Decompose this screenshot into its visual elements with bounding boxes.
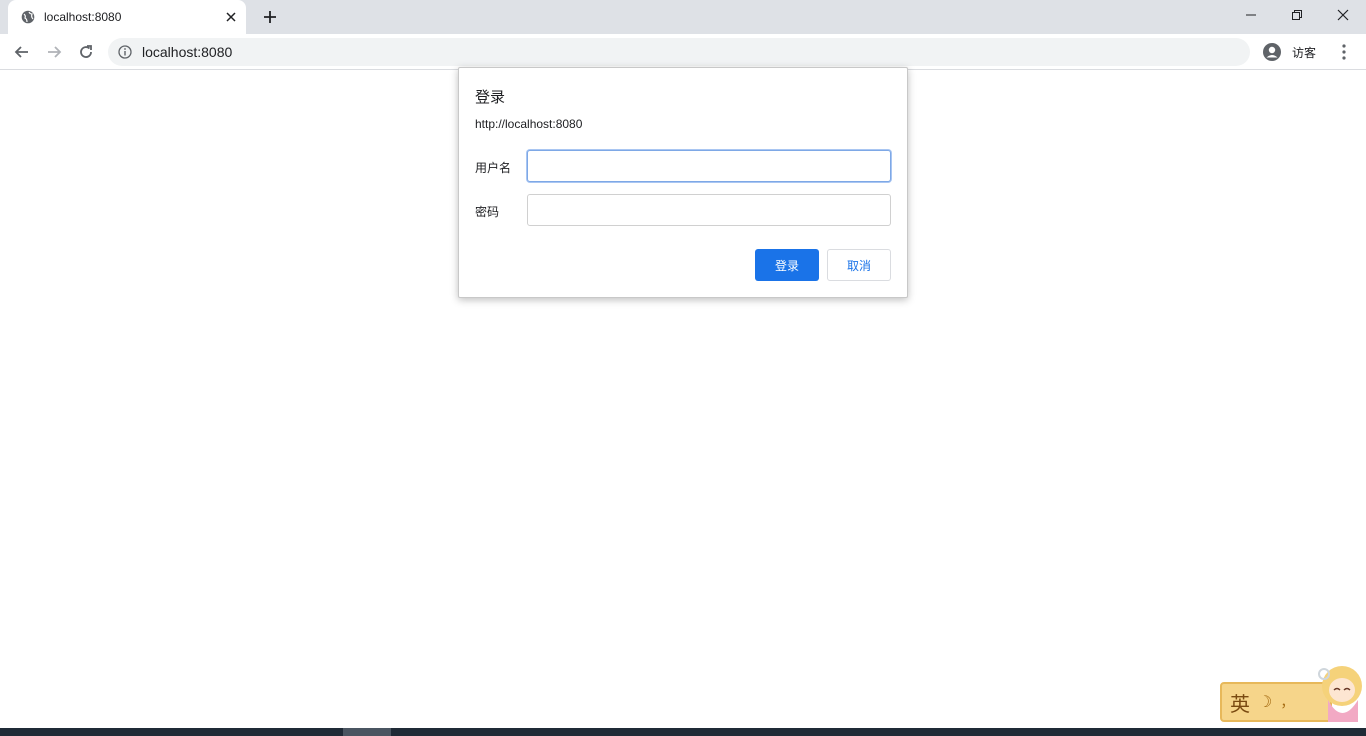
- dialog-title: 登录: [475, 89, 506, 106]
- minimize-icon: [1246, 14, 1256, 16]
- globe-icon: [21, 10, 35, 24]
- back-button[interactable]: [8, 38, 36, 66]
- browser-tab-strip: localhost:8080: [0, 0, 1366, 34]
- browser-menu-button[interactable]: [1333, 38, 1355, 66]
- taskbar-item[interactable]: [343, 728, 391, 736]
- browser-toolbar: localhost:8080 访客: [0, 34, 1366, 70]
- arrow-right-icon: [48, 46, 62, 58]
- username-label: 用户名: [475, 161, 512, 175]
- more-vert-icon: [1342, 44, 1346, 60]
- plus-icon: [264, 11, 276, 23]
- login-button[interactable]: 登录: [755, 249, 819, 281]
- close-window-button[interactable]: [1320, 0, 1366, 30]
- close-icon: [1337, 9, 1349, 21]
- new-tab-button[interactable]: [258, 6, 282, 28]
- arrow-left-icon: [14, 46, 28, 58]
- ime-mode-label[interactable]: 英: [1230, 688, 1250, 717]
- address-bar[interactable]: localhost:8080: [108, 38, 1250, 66]
- profile-label: 访客: [1292, 45, 1317, 60]
- punctuation-icon[interactable]: ，: [1280, 692, 1294, 712]
- browser-tab[interactable]: localhost:8080: [8, 0, 246, 34]
- info-icon[interactable]: [118, 45, 132, 59]
- tab-close-icon[interactable]: [222, 8, 240, 26]
- reload-icon: [80, 45, 92, 58]
- moon-icon[interactable]: ☽: [1258, 692, 1272, 712]
- dialog-origin: http://localhost:8080: [475, 117, 583, 131]
- restore-icon: [1292, 10, 1302, 20]
- ime-toolbar[interactable]: 英 ☽ ，: [1208, 660, 1366, 728]
- login-dialog: 登录 http://localhost:8080 用户名 密码 登录 取消: [458, 67, 908, 298]
- password-field[interactable]: [527, 194, 891, 226]
- cancel-button[interactable]: 取消: [827, 249, 891, 281]
- mascot-image: [1318, 666, 1362, 722]
- profile-button[interactable]: 访客: [1258, 39, 1322, 65]
- os-taskbar: [0, 728, 1366, 736]
- reload-button[interactable]: [72, 38, 100, 66]
- tab-title: localhost:8080: [44, 10, 122, 24]
- username-field[interactable]: [527, 150, 891, 182]
- address-url: localhost:8080: [142, 44, 233, 60]
- minimize-button[interactable]: [1228, 0, 1274, 30]
- avatar-icon: [1263, 43, 1281, 61]
- forward-button[interactable]: [40, 38, 68, 66]
- restore-button[interactable]: [1274, 0, 1320, 30]
- password-label: 密码: [475, 205, 500, 219]
